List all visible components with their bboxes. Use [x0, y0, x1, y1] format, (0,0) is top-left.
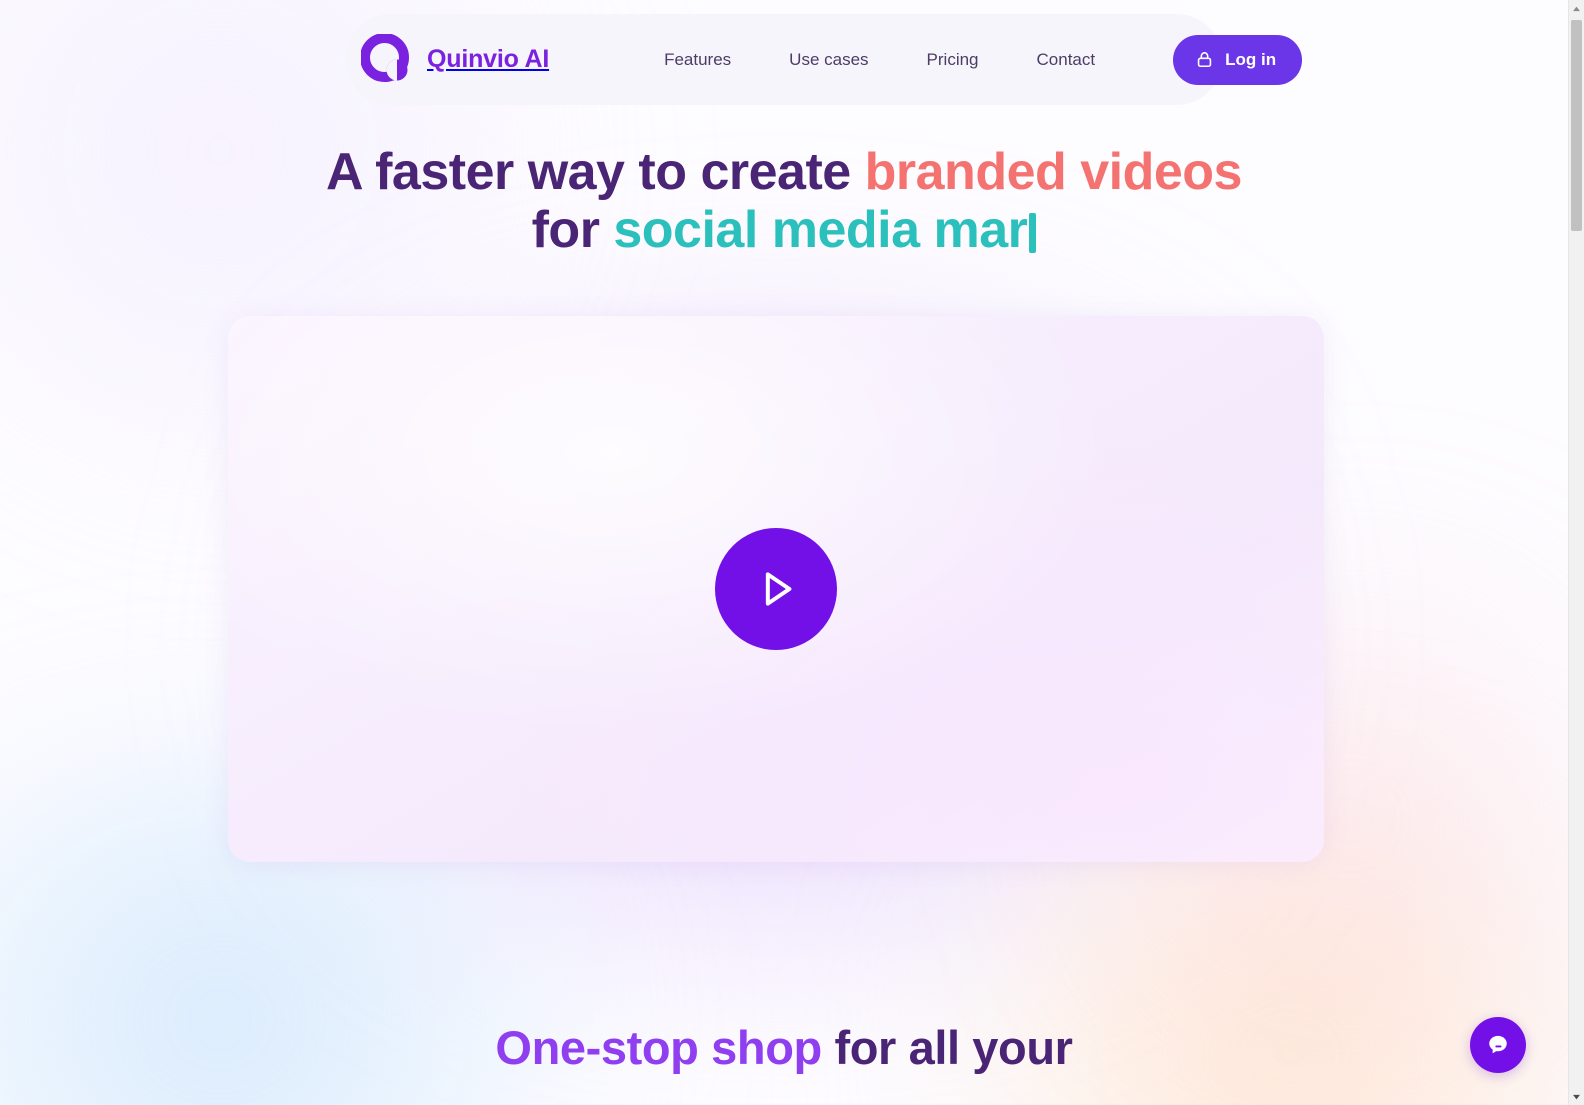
section-heading-base: for all your [821, 1021, 1073, 1074]
login-button[interactable]: Log in [1173, 34, 1303, 85]
chat-bubble-icon [1484, 1031, 1512, 1059]
quinvio-q-logo-icon [360, 32, 413, 86]
scroll-up-arrow-icon[interactable] [1569, 0, 1584, 17]
login-button-label: Log in [1225, 49, 1277, 69]
site-header: Quinvio AI Features Use cases Pricing Co… [345, 14, 1303, 105]
page-canvas: Quinvio AI Features Use cases Pricing Co… [0, 0, 1568, 1105]
brand-logo-link[interactable]: Quinvio AI [360, 32, 550, 86]
hero-line2-base: for [531, 201, 614, 259]
play-button[interactable] [715, 528, 837, 650]
nav-item-use-cases[interactable]: Use cases [760, 40, 897, 80]
typing-cursor [1029, 213, 1037, 253]
nav-item-pricing[interactable]: Pricing [898, 40, 1008, 80]
brand-name: Quinvio AI [427, 45, 550, 73]
nav-item-contact[interactable]: Contact [1008, 40, 1125, 80]
hero-headline: A faster way to create branded videos fo… [0, 143, 1568, 259]
nav-item-features[interactable]: Features [635, 40, 760, 80]
hero-line1-accent: branded videos [864, 143, 1243, 201]
lock-icon [1195, 50, 1214, 69]
play-triangle-icon [748, 561, 804, 617]
chat-widget-button[interactable] [1470, 1017, 1526, 1073]
browser-scrollbar[interactable] [1568, 0, 1584, 1105]
main-nav: Features Use cases Pricing Contact [635, 40, 1124, 80]
scrollbar-thumb[interactable] [1571, 20, 1582, 231]
section-heading-highlight: One-stop shop [495, 1021, 822, 1074]
scroll-down-arrow-icon[interactable] [1569, 1088, 1584, 1105]
hero-video-card[interactable] [228, 316, 1324, 862]
hero-line1-base: A faster way to create [326, 143, 865, 201]
section-heading: One-stop shop for all your [0, 1019, 1568, 1077]
hero-line2-accent: social media mar [613, 201, 1028, 259]
